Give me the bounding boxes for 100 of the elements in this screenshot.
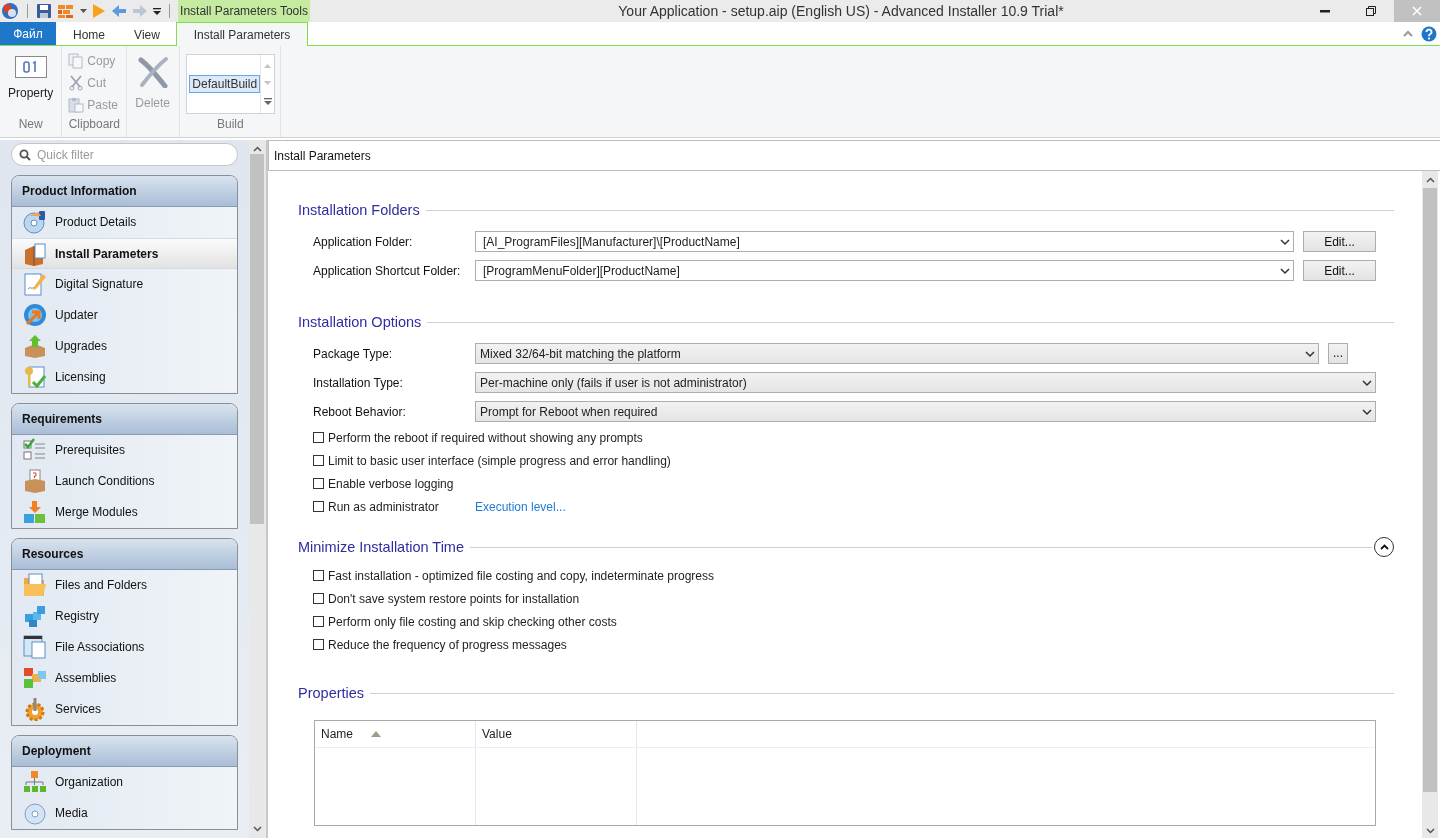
path-combo-field[interactable]: [AI_ProgramFiles][Manufacturer]\[ProductName]	[475, 231, 1294, 252]
column-header[interactable]: Name	[315, 721, 476, 747]
ribbon-tab[interactable]: Install Parameters	[176, 22, 308, 46]
build-item[interactable]: DefaultBuild	[189, 75, 261, 93]
checkbox-label[interactable]: Perform only file costing and skip checking other costs	[328, 614, 617, 629]
checkbox-label[interactable]: Fast installation - optimized file costing and copy, indeterminate progress	[328, 568, 714, 583]
scroll-down-icon[interactable]	[1425, 828, 1435, 834]
bricks-icon[interactable]	[57, 3, 75, 19]
chevron-up-icon	[1379, 544, 1389, 550]
field-label: Application Folder:	[313, 234, 414, 249]
nav-item[interactable]: Licensing	[12, 362, 237, 393]
scroll-down-icon[interactable]	[252, 826, 262, 832]
checkbox-label[interactable]: Don't save system restore points for installation	[328, 591, 580, 606]
dropdown[interactable]: Mixed 32/64-bit matching the platform	[475, 343, 1319, 364]
contextual-tab-group-label: Install Parameters Tools	[178, 0, 310, 22]
checkbox-label[interactable]: Perform the reboot if required without showing any prompts	[328, 430, 643, 445]
checkbox-label[interactable]: Enable verbose logging	[328, 476, 454, 491]
paste-icon	[68, 97, 85, 113]
scroll-up-icon[interactable]	[252, 146, 262, 152]
nav-group-header[interactable]: Product Information	[12, 176, 237, 207]
signature-document-icon	[23, 272, 47, 296]
nav-item[interactable]: File Associations	[12, 632, 237, 663]
ribbon-group-label: Clipboard	[67, 116, 122, 133]
nav-item[interactable]: Media	[12, 798, 237, 829]
box-arrow-icon	[23, 334, 47, 358]
collapse-ribbon-icon[interactable]	[1403, 30, 1413, 37]
nav-item[interactable]: Install Parameters	[12, 238, 237, 269]
help-icon[interactable]	[1421, 25, 1437, 42]
checkbox-label[interactable]: Reduce the frequency of progress messages	[328, 637, 567, 652]
nav-item[interactable]: Prerequisites	[12, 435, 237, 466]
nav-item[interactable]: Launch Conditions	[12, 466, 237, 497]
scrollbar[interactable]	[1422, 171, 1438, 838]
scroll-up-icon[interactable]	[1425, 177, 1435, 183]
execution-level-link[interactable]: Execution level...	[475, 499, 566, 514]
nav-item[interactable]: Assemblies	[12, 663, 237, 694]
nav-item[interactable]: Organization	[12, 767, 237, 798]
collapse-button[interactable]	[1374, 537, 1394, 557]
ribbon-button[interactable]: Property	[4, 50, 58, 102]
checkbox[interactable]	[313, 455, 324, 466]
page-header: Install Parameters	[268, 140, 1440, 171]
scrollbar[interactable]	[249, 140, 265, 838]
blocks-icon	[23, 604, 47, 628]
window-document-icon	[23, 635, 47, 659]
checkbox[interactable]	[313, 593, 324, 604]
browse-button[interactable]: ...	[1328, 343, 1348, 364]
app-logo-icon[interactable]	[1, 2, 19, 20]
nav-group-header[interactable]: Requirements	[12, 404, 237, 435]
field-label: Reboot Behavior:	[313, 404, 407, 419]
customize-caret-icon[interactable]	[153, 7, 161, 15]
field-label: Package Type:	[313, 346, 394, 361]
gallery-expand-icon[interactable]	[263, 97, 272, 105]
save-icon[interactable]	[36, 3, 52, 19]
ribbon-tab[interactable]: Home	[60, 22, 118, 46]
checkbox[interactable]	[313, 478, 324, 489]
checkbox-label[interactable]: Run as administrator	[328, 499, 439, 514]
field-label: Application Shortcut Folder:	[313, 263, 462, 278]
nav-item[interactable]: Digital Signature	[12, 269, 237, 300]
dropdown[interactable]: Per-machine only (fails if user is not administrator)	[475, 372, 1376, 393]
nav-item[interactable]: Upgrades	[12, 331, 237, 362]
hierarchy-icon	[23, 770, 47, 794]
nav-group-header[interactable]: Deployment	[12, 736, 237, 767]
dropdown[interactable]: Prompt for Reboot when required	[475, 401, 1376, 422]
section-heading: Installation Folders	[298, 202, 420, 218]
checklist-icon	[23, 438, 47, 462]
sort-ascending-icon	[371, 731, 381, 737]
ribbon-group-label: Build	[216, 116, 245, 133]
checkbox[interactable]	[313, 501, 324, 512]
scissors-icon	[68, 75, 85, 91]
caret-down-icon	[1359, 407, 1375, 416]
field-label: Installation Type:	[313, 375, 404, 390]
ribbon-tab[interactable]: View	[118, 22, 176, 46]
checkbox[interactable]	[313, 639, 324, 650]
close-icon	[1412, 6, 1422, 16]
nav-item[interactable]: Merge Modules	[12, 497, 237, 528]
edit-button[interactable]: Edit...	[1303, 260, 1376, 281]
search-icon	[19, 149, 31, 161]
column-header[interactable]: Value	[476, 721, 637, 747]
quick-filter-field[interactable]: Quick filter	[11, 143, 238, 166]
checkbox-label[interactable]: Limit to basic user interface (simple progress and error handling)	[328, 453, 671, 468]
caret-down-icon	[1302, 349, 1318, 358]
edit-button[interactable]: Edit...	[1303, 231, 1376, 252]
nav-group-header[interactable]: Resources	[12, 539, 237, 570]
cubes-arrow-icon	[23, 500, 47, 524]
checkbox[interactable]	[313, 570, 324, 581]
path-combo-field[interactable]: [ProgramMenuFolder][ProductName]	[475, 260, 1294, 281]
caret-down-icon[interactable]	[80, 9, 87, 13]
gear-icon	[23, 697, 47, 721]
folder-icon	[23, 573, 47, 597]
nav-item[interactable]: Files and Folders	[12, 570, 237, 601]
checkbox[interactable]	[313, 616, 324, 627]
file-tab[interactable]: Файл	[0, 22, 56, 45]
window-title: Your Application - setup.aip (English US) - Advanced Installer 10.9 Trial*	[617, 3, 1065, 19]
globe-icon	[23, 303, 47, 327]
nav-item[interactable]: Product Details	[12, 207, 237, 238]
nav-item[interactable]: Updater	[12, 300, 237, 331]
nav-item[interactable]: Registry	[12, 601, 237, 632]
nav-item[interactable]: Services	[12, 694, 237, 725]
property-icon	[14, 56, 47, 78]
caret-down-icon	[1359, 378, 1375, 387]
checkbox[interactable]	[313, 432, 324, 443]
